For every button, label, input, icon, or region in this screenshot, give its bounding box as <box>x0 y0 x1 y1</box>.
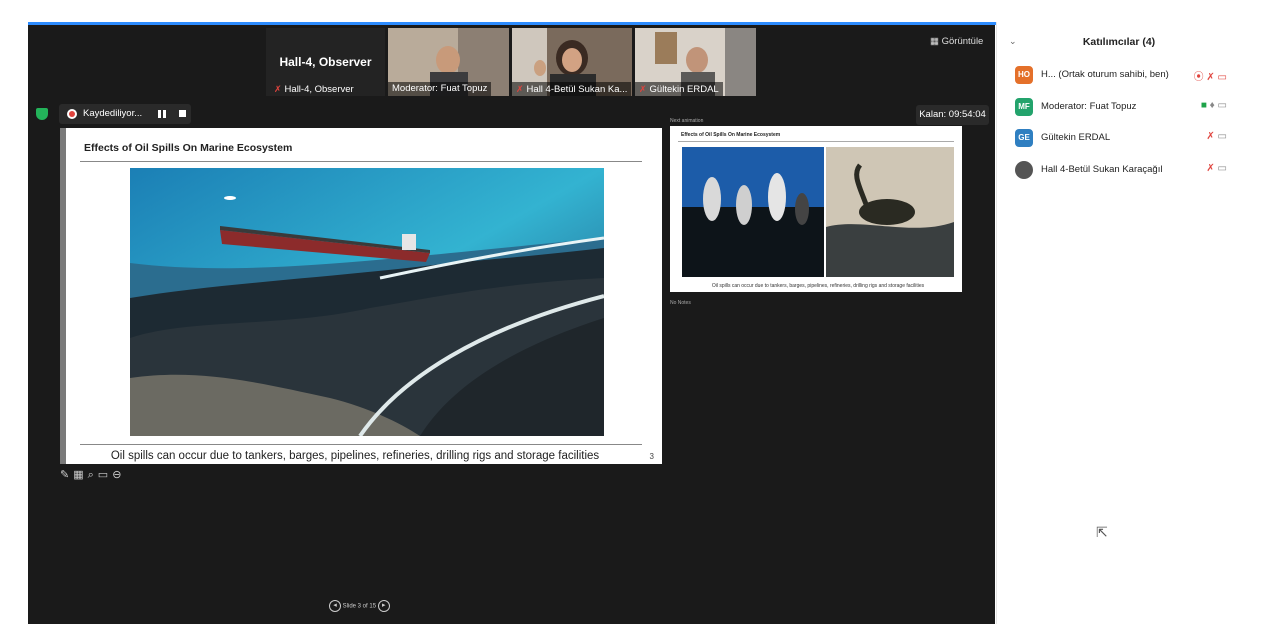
current-slide: Effects of Oil Spills On Marine Ecosyste… <box>66 128 662 464</box>
mic-muted-icon: ✗ <box>1206 72 1215 83</box>
frame-corner <box>0 0 60 60</box>
participant-name: Moderator: Fuat Topuz <box>1041 101 1137 112</box>
participants-panel: ⌄ Katılımcılar (4) HO H... (Ortak oturum… <box>996 22 1241 624</box>
mic-muted-icon: ✗ <box>1206 163 1215 174</box>
participant-row[interactable]: Hall 4-Betül Sukan Karaçağıl ✗ ▭ <box>1011 159 1233 181</box>
annotation-toolbar: ✎▦⌕▭⊖ <box>60 468 125 482</box>
more-icon[interactable]: ⊖ <box>112 469 125 481</box>
grid-view-icon[interactable]: ▦ <box>73 469 87 481</box>
self-tile-label: ✗ Hall-4, Observer <box>274 84 354 95</box>
oil-spill-photo <box>130 168 604 436</box>
tile-label: ✗ Hall 4-Betül Sukan Ka... <box>512 82 632 96</box>
self-video-tile[interactable]: Hall-4, Observer ✗ Hall-4, Observer <box>266 28 385 96</box>
next-slide-button[interactable]: ▸ <box>377 600 390 612</box>
frame-corner <box>1180 564 1240 624</box>
participant-row[interactable]: MF Moderator: Fuat Topuz ■ ♦ ▭ <box>1011 96 1233 118</box>
previous-slide-button[interactable]: ◂ <box>329 600 341 612</box>
zoom-icon[interactable]: ⌕ <box>88 469 98 481</box>
stop-recording-button[interactable] <box>179 110 186 117</box>
zoom-window: Hall-4, Observer ✗ Hall-4, Observer Moder… <box>0 0 1267 640</box>
participant-name: Hall 4-Betül Sukan Karaçağıl <box>1041 164 1163 175</box>
slide-caption: Oil spills can occur due to tankers, bar… <box>110 450 600 462</box>
slide-divider-bottom <box>80 444 642 445</box>
avatar: HO <box>1015 66 1033 84</box>
slide-counter: Slide 3 of 15 <box>342 603 377 610</box>
video-icon: ▭ <box>1217 100 1227 111</box>
avatar: GE <box>1015 129 1033 147</box>
next-animation-label: Next animation <box>670 118 704 124</box>
participants-title: Katılımcılar (4) <box>1082 36 1156 48</box>
preview-title: Effects of Oil Spills On Marine Ecosyste… <box>681 132 781 138</box>
mouse-cursor-icon: ⇱ <box>1096 524 1108 540</box>
video-tile-gultekin[interactable]: ✗ Gültekin ERDAL <box>635 28 756 96</box>
video-tile-moderator[interactable]: Moderator: Fuat Topuz <box>388 28 509 96</box>
mic-icon: ♦ <box>1209 100 1215 111</box>
participant-status: ✗ ▭ <box>1206 163 1227 174</box>
participant-row[interactable]: HO H... (Ortak oturum sahibi, ben) ⦿ ✗ ▭ <box>1011 64 1233 86</box>
preview-images <box>682 147 954 277</box>
preview-caption: Oil spills can occur due to tankers, bar… <box>711 283 925 289</box>
slide-number: 3 <box>649 452 654 461</box>
self-tile-title: Hall-4, Observer <box>279 55 372 69</box>
slide-divider <box>80 161 642 162</box>
participant-name: H... (Ortak oturum sahibi, ben) <box>1041 69 1169 80</box>
screen-icon[interactable]: ▭ <box>98 469 112 481</box>
tile-label: Moderator: Fuat Topuz <box>388 82 492 96</box>
speaker-notes: No Notes <box>670 300 691 306</box>
grid-icon: ▦ <box>930 36 939 47</box>
avatar: MF <box>1015 98 1033 116</box>
mic-muted-icon: ✗ <box>274 84 282 94</box>
slide-navigation: ◂ Slide 3 of 15 ▸ <box>329 600 390 612</box>
recording-indicator-icon: ⦿ <box>1193 72 1204 83</box>
video-tile-betul[interactable]: ✗ Hall 4-Betül Sukan Ka... <box>512 28 632 96</box>
video-icon: ▭ <box>1217 163 1227 174</box>
mic-muted-icon: ✗ <box>639 84 647 94</box>
pen-icon[interactable]: ✎ <box>60 469 73 481</box>
participant-status: ✗ ▭ <box>1206 131 1227 142</box>
mic-muted-icon: ✗ <box>1206 131 1215 142</box>
share-screen-icon: ■ <box>1200 100 1207 111</box>
view-button[interactable]: ▦ Görüntüle <box>930 36 983 47</box>
participant-row[interactable]: GE Gültekin ERDAL ✗ ▭ <box>1011 127 1233 149</box>
record-icon <box>67 109 77 119</box>
recording-bar: Kaydediliyor... <box>59 104 191 124</box>
remaining-time: Kalan: 09:54:04 <box>916 105 989 125</box>
slide-title: Effects of Oil Spills On Marine Ecosyste… <box>84 142 293 154</box>
participant-status: ■ ♦ ▭ <box>1201 100 1227 111</box>
video-off-icon: ▭ <box>1217 72 1227 83</box>
avatar-photo <box>1015 161 1033 179</box>
ship-aerial-image <box>130 168 604 436</box>
participant-name: Gültekin ERDAL <box>1041 132 1111 143</box>
participant-status: ⦿ ✗ ▭ <box>1194 68 1227 83</box>
mic-muted-icon: ✗ <box>516 84 524 94</box>
recording-status: Kaydediliyor... <box>83 108 143 119</box>
preview-divider <box>678 141 954 142</box>
tile-label: ✗ Gültekin ERDAL <box>635 82 723 96</box>
encryption-shield-icon[interactable] <box>36 108 48 120</box>
video-icon: ▭ <box>1217 131 1227 142</box>
pause-recording-button[interactable] <box>158 110 166 118</box>
next-slide-preview[interactable]: Effects of Oil Spills On Marine Ecosyste… <box>670 126 962 292</box>
